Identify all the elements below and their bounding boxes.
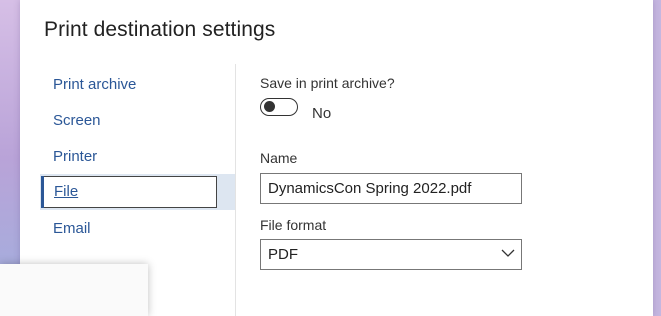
overlay-panel <box>0 264 148 316</box>
name-input[interactable]: DynamicsCon Spring 2022.pdf <box>260 173 522 204</box>
nav-item-file[interactable]: File <box>41 176 217 208</box>
save-archive-toggle-text: No <box>312 105 332 122</box>
background-right <box>653 0 661 316</box>
save-archive-label: Save in print archive? <box>260 75 395 91</box>
file-format-value: PDF <box>268 246 298 263</box>
file-format-select[interactable]: PDF <box>260 239 522 270</box>
nav-item-print-archive[interactable]: Print archive <box>53 74 136 96</box>
dialog-title: Print destination settings <box>44 18 276 41</box>
file-format-label: File format <box>260 217 327 233</box>
nav-item-screen[interactable]: Screen <box>53 110 101 132</box>
nav-item-printer[interactable]: Printer <box>53 146 97 168</box>
name-label: Name <box>260 150 298 166</box>
chevron-down-icon[interactable] <box>501 248 515 258</box>
nav-item-email[interactable]: Email <box>53 218 91 240</box>
toggle-off-icon <box>264 101 275 112</box>
save-archive-toggle[interactable] <box>260 98 298 116</box>
